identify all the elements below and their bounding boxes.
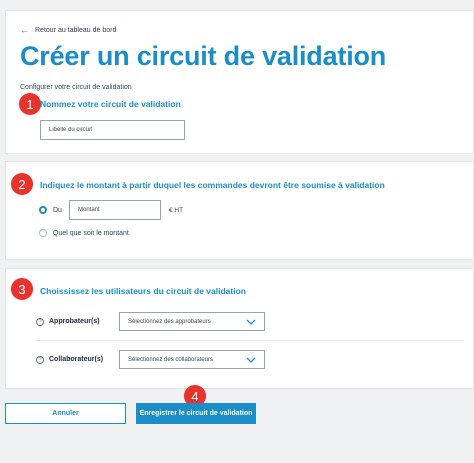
approvers-label: Approbateur(s)	[49, 318, 100, 325]
amount-input[interactable]	[69, 200, 161, 220]
amount-unit: € HT	[169, 207, 184, 214]
help-icon[interactable]: ?	[36, 317, 44, 326]
help-icon[interactable]: ?	[36, 355, 44, 364]
circuit-name-input[interactable]	[40, 120, 185, 140]
section-title-amount: Indiquez le montant à partir duquel les …	[40, 180, 385, 190]
divider	[36, 340, 464, 341]
header-card: ← Retour au tableau de bord Créer un cir…	[5, 10, 474, 154]
cancel-button[interactable]: Annuler	[5, 403, 126, 424]
chevron-down-icon	[246, 357, 256, 363]
approvers-select[interactable]: Sélectionnez des approbateurs	[119, 312, 265, 331]
page-subtitle: Configurer votre circuit de validation	[20, 84, 132, 91]
collaborators-label: Collaborateur(s)	[49, 356, 104, 363]
collaborators-row: ? Collaborateur(s) Sélectionnez des coll…	[36, 350, 265, 369]
radio-checked-icon[interactable]	[39, 206, 47, 214]
radio-option-any-label: Quel que soit le montant	[53, 229, 129, 237]
back-link[interactable]: ← Retour au tableau de bord	[20, 26, 116, 35]
radio-option-from-label: Du	[53, 206, 62, 214]
approvers-row: ? Approbateur(s) Sélectionnez des approb…	[36, 312, 265, 331]
back-link-label: Retour au tableau de bord	[35, 27, 117, 34]
chevron-down-icon	[246, 319, 256, 325]
users-card: 3 Choississez les utilisateurs du circui…	[5, 268, 474, 389]
radio-option-any[interactable]: Quel que soit le montant	[39, 229, 129, 237]
step-badge-3: 3	[11, 278, 33, 300]
radio-option-from[interactable]: Du	[39, 206, 62, 214]
step-badge-2: 2	[11, 173, 33, 195]
amount-card: 2 Indiquez le montant à partir duquel le…	[5, 161, 474, 260]
page-title: Créer un circuit de validation	[20, 41, 387, 71]
section-title-users: Choississez les utilisateurs du circuit …	[40, 286, 246, 296]
section-title-name: Nommez votre circuit de validation	[40, 99, 181, 109]
collaborators-select-placeholder: Sélectionnez des collaborateurs	[128, 356, 214, 363]
approvers-select-placeholder: Sélectionnez des approbateurs	[128, 318, 211, 325]
collaborators-select[interactable]: Sélectionnez des collaborateurs	[119, 350, 265, 369]
radio-unchecked-icon[interactable]	[39, 229, 47, 237]
arrow-left-icon: ←	[20, 25, 29, 35]
save-circuit-button[interactable]: Enregistrer le circuit de validation	[136, 403, 256, 424]
step-badge-1: 1	[19, 93, 41, 115]
